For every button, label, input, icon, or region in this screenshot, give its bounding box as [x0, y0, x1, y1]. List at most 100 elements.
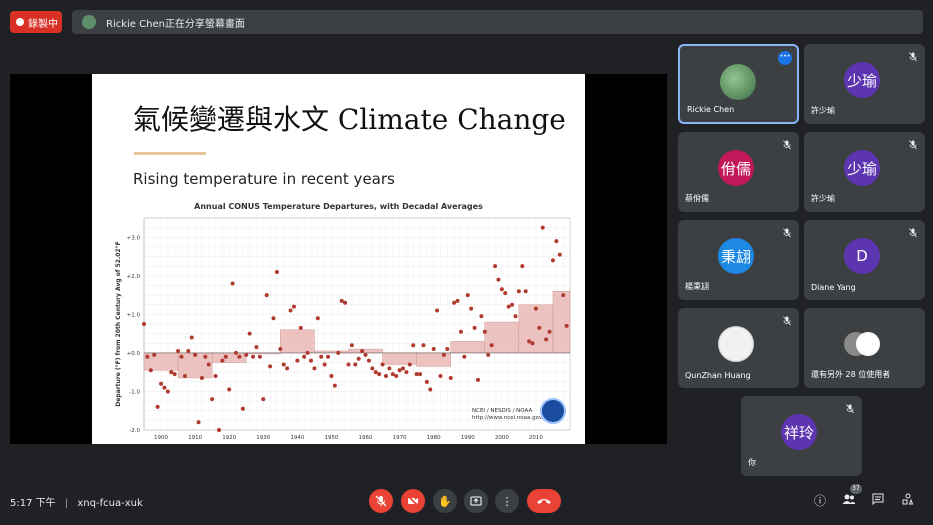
data-point [499, 287, 504, 292]
participant-avatar: 少瑜 [844, 62, 880, 98]
hang-up-icon [537, 499, 551, 504]
y-tick-label: +3.0 [127, 235, 141, 241]
data-point [145, 354, 150, 359]
data-point [360, 348, 365, 353]
chat-button[interactable] [870, 493, 886, 509]
data-point [479, 314, 484, 319]
participant-name: 你 [748, 458, 756, 467]
tile-more-options-icon[interactable]: ••• [778, 51, 792, 65]
data-point [182, 374, 187, 379]
x-tick-label: 1900 [154, 435, 168, 441]
participant-tile[interactable]: 少瑜 許少瑜 [804, 44, 925, 124]
data-point [343, 300, 348, 305]
data-point [339, 298, 344, 303]
participant-tile[interactable]: 祥玲你 [741, 396, 862, 476]
avatar-initials: D [856, 247, 868, 265]
leave-call-button[interactable] [527, 489, 561, 513]
participant-avatar: 少瑜 [844, 150, 880, 186]
participant-name: 蔡佾儒 [685, 194, 709, 203]
participant-tile[interactable]: 佾儒 蔡佾儒 [678, 132, 799, 212]
data-point [554, 239, 559, 244]
raise-hand-button[interactable]: ✋ [433, 489, 457, 513]
participant-avatar: 祥玲 [781, 414, 817, 450]
x-tick-label: 2010 [529, 435, 543, 441]
data-point [506, 304, 511, 309]
chat-icon [872, 493, 884, 506]
meeting-code: xnq-fcua-xuk [77, 498, 143, 509]
participant-name: 楊秉翃 [685, 282, 709, 291]
people-count-badge: 37 [850, 484, 862, 494]
data-point [196, 420, 201, 425]
data-point [441, 352, 446, 357]
participant-name: 許少瑜 [811, 194, 835, 203]
participant-tile[interactable]: 還有另外 28 位使用者 [804, 308, 925, 388]
data-point [421, 343, 426, 348]
participant-tile[interactable]: 秉翃 楊秉翃 [678, 220, 799, 300]
participant-tile[interactable]: 少瑜 許少瑜 [804, 132, 925, 212]
decadal-average-bar [382, 352, 417, 365]
participant-name: QunZhan Huang [685, 371, 751, 380]
data-point [383, 374, 388, 379]
participant-tile[interactable]: QunZhan Huang [678, 308, 799, 388]
data-point [254, 345, 259, 350]
info-icon: ⓘ [813, 494, 826, 508]
participant-name: 許少瑜 [811, 106, 835, 115]
mic-off-button[interactable] [369, 489, 393, 513]
present-icon [470, 496, 482, 506]
data-point [244, 352, 249, 357]
more-options-button[interactable]: ⋮ [495, 489, 519, 513]
data-point [564, 323, 569, 328]
data-point [326, 354, 331, 359]
data-point [288, 308, 293, 313]
data-point [489, 343, 494, 348]
data-point [319, 354, 324, 359]
participant-tile[interactable]: Rickie Chen ••• [678, 44, 799, 124]
data-point [199, 375, 204, 380]
x-tick-label: 1990 [461, 435, 475, 441]
decadal-average-bar [450, 341, 486, 354]
data-point [274, 269, 279, 274]
participant-avatar: 秉翃 [718, 238, 754, 274]
muted-mic-icon [909, 52, 917, 62]
data-point [465, 293, 470, 298]
data-point [431, 347, 436, 352]
activities-button[interactable] [900, 493, 916, 509]
participant-avatar [720, 64, 756, 100]
muted-mic-icon [783, 228, 791, 238]
camera-off-button[interactable] [401, 489, 425, 513]
camera-off-icon [407, 495, 419, 507]
decadal-average-bar [348, 348, 383, 354]
data-point [356, 356, 361, 361]
data-point [322, 362, 327, 367]
data-point [373, 370, 378, 375]
show-everyone-button[interactable] [841, 493, 857, 509]
decadal-average-bar [484, 321, 520, 354]
data-point [271, 316, 276, 321]
more-vert-icon: ⋮ [501, 494, 513, 508]
data-point [257, 354, 262, 359]
meeting-details-button[interactable]: ⓘ [812, 493, 828, 509]
muted-mic-icon [846, 404, 854, 414]
present-now-button[interactable] [464, 489, 488, 513]
participant-tile[interactable]: D Diane Yang [804, 220, 925, 300]
data-point [308, 358, 313, 363]
participant-avatar: 佾儒 [718, 150, 754, 186]
data-point [278, 347, 283, 352]
data-point [261, 397, 266, 402]
data-point [458, 329, 463, 334]
y-tick-label: -2.0 [129, 428, 140, 434]
data-point [496, 277, 501, 282]
data-point [366, 358, 371, 363]
presentation-slide: 氣候變遷與水文 Climate Change Rising temperatur… [92, 74, 585, 444]
data-point [227, 387, 232, 392]
data-point [540, 225, 545, 230]
data-point [411, 343, 416, 348]
participant-avatar: D [844, 238, 880, 274]
x-tick-label: 1970 [393, 435, 407, 441]
screen-share-banner: Rickie Chen正在分享螢幕畫面 [72, 10, 923, 34]
x-tick-label: 1950 [324, 435, 338, 441]
data-point [247, 331, 252, 336]
decadal-average-bar [280, 329, 315, 354]
recording-indicator: 錄製中 [10, 11, 62, 33]
x-tick-label: 1910 [188, 435, 202, 441]
